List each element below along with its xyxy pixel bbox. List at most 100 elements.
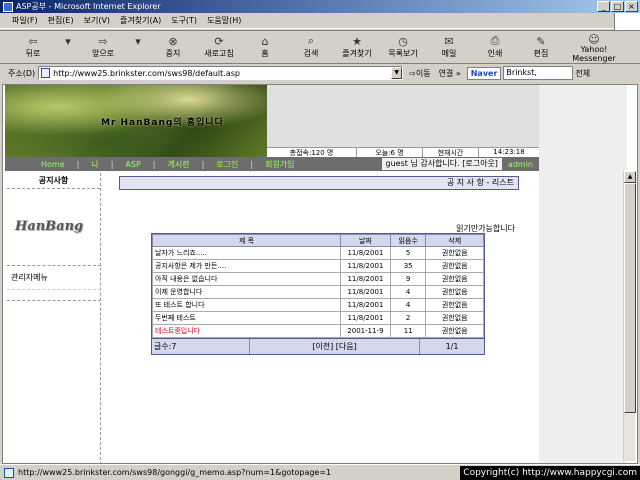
board-footer: 글수:7 [이전] [다음] 1/1 xyxy=(152,338,484,354)
nav-home[interactable]: Home xyxy=(5,160,69,169)
row-delete: 권한없음 xyxy=(425,311,484,325)
history-icon: ◷ xyxy=(398,34,408,48)
menu-tools[interactable]: 도구(T) xyxy=(171,15,197,26)
vertical-scrollbar[interactable]: ▲ xyxy=(623,171,636,461)
search-icon: ⌕ xyxy=(307,34,315,47)
edit-icon: ✎ xyxy=(536,34,546,48)
print-button[interactable]: ⎙ 인쇄 xyxy=(472,31,518,63)
copyright-overlay: Copyright(c) http://www.happycgi.com xyxy=(460,466,640,480)
home-button[interactable]: ⌂ 홈 xyxy=(242,31,288,63)
back-arrow-icon: ⇦ xyxy=(28,34,38,48)
pager-links[interactable]: [이전] [다음] xyxy=(250,339,420,354)
hanbang-logo: HanBang xyxy=(15,219,84,234)
naver-search-input[interactable]: Brinkst, xyxy=(503,66,574,80)
search-button[interactable]: ⌕ 검색 xyxy=(288,31,334,63)
history-button[interactable]: ◷ 목록보기 xyxy=(380,31,426,63)
col-date: 날짜 xyxy=(340,234,391,247)
row-subject-link[interactable]: 공지사항은 제가 만든.... xyxy=(152,259,341,273)
forward-dropdown[interactable]: ▾ xyxy=(126,31,150,63)
row-date: 11/8/2001 xyxy=(340,246,391,260)
banner-image: Mr HanBang의 홈입니다 xyxy=(5,85,267,157)
nav-me[interactable]: 나 xyxy=(87,159,102,170)
row-date: 11/8/2001 xyxy=(340,311,391,325)
admin-link[interactable]: admin xyxy=(502,160,539,169)
notice-list-header: 공 지 사 항 - 리스트 xyxy=(119,176,519,190)
refresh-button[interactable]: ⟳ 새로고침 xyxy=(196,31,242,63)
row-subject-link[interactable]: 이제 운영합니다 xyxy=(152,285,341,299)
close-button[interactable]: × xyxy=(625,1,638,12)
ie-throbber-icon xyxy=(614,13,640,31)
right-panel xyxy=(539,85,627,463)
row-reads: 11 xyxy=(389,324,427,338)
table-row: 이제 운영합니다 11/8/2001 4 권한없음 xyxy=(152,285,484,299)
messenger-icon: ☺ xyxy=(588,33,600,46)
scroll-thumb[interactable] xyxy=(624,183,636,413)
favorites-button[interactable]: ★ 즐겨찾기 xyxy=(334,31,380,63)
forward-button[interactable]: ⇨ 앞으로 xyxy=(80,31,126,63)
row-subject-link[interactable]: 또 테스트 합니다 xyxy=(152,298,341,312)
row-delete: 권한없음 xyxy=(425,298,484,312)
row-subject-link[interactable]: 두번째 테스트 xyxy=(152,311,341,325)
row-reads: 35 xyxy=(389,259,427,273)
yahoo-messenger-button[interactable]: ☺ Yahoo! Messenger xyxy=(564,31,624,63)
scroll-up-icon[interactable]: ▲ xyxy=(624,171,636,183)
row-date: 11/8/2001 xyxy=(340,259,391,273)
menu-view[interactable]: 보기(V) xyxy=(84,15,110,26)
nav-asp[interactable]: ASP xyxy=(121,160,144,169)
links-button[interactable]: 연결 » xyxy=(439,68,461,79)
nav-login[interactable]: 로그인 xyxy=(212,159,242,170)
table-row: 날자가 느리죠..... 11/8/2001 5 권한없음 xyxy=(152,246,484,260)
nav-signup[interactable]: 회원가입 xyxy=(261,159,298,170)
row-date: 11/8/2001 xyxy=(340,272,391,286)
address-bar: 주소(D) http://www25.brinkster.com/sws98/d… xyxy=(0,64,640,82)
row-delete: 권한없음 xyxy=(425,324,484,338)
admin-menu-link[interactable]: 관리자메뉴 xyxy=(7,266,101,290)
minimize-button[interactable]: _ xyxy=(597,1,610,12)
back-dropdown[interactable]: ▾ xyxy=(56,31,80,63)
stat-today: 오늘:6 명 xyxy=(357,148,423,157)
maximize-button[interactable]: □ xyxy=(611,1,624,12)
edit-button[interactable]: ✎ 편집 xyxy=(518,31,564,63)
home-icon: ⌂ xyxy=(261,34,269,48)
row-subject-link[interactable]: 아직 내용은 없습니다 xyxy=(152,272,341,286)
site-nav: Home | 나 | ASP | 게시판 | 로그인 | 회원가입 guest … xyxy=(5,157,539,171)
row-subject-link[interactable]: 테스트중입니다 xyxy=(152,324,341,338)
menu-favorites[interactable]: 즐겨찾기(A) xyxy=(120,15,161,26)
nav-board[interactable]: 게시판 xyxy=(163,159,193,170)
page-icon xyxy=(41,68,51,78)
visitor-stats: 총접속:120 명 오늘:6 명 현재시간 14:23:18 xyxy=(267,147,539,157)
toolbar: ⇦ 뒤로 ▾ ⇨ 앞으로 ▾ ⊗ 중지 ⟳ 새로고침 ⌂ 홈 ⌕ 검색 ★ 즐겨찾기 ◷ 목록보… xyxy=(0,30,640,64)
stat-time-label: 현재시간 xyxy=(423,148,479,157)
address-dropdown[interactable]: ▼ xyxy=(391,67,403,79)
row-delete: 권한없음 xyxy=(425,272,484,286)
table-row: 아직 내용은 없습니다 11/8/2001 9 권한없음 xyxy=(152,272,484,286)
mail-button[interactable]: ✉ 메일 xyxy=(426,31,472,63)
stop-icon: ⊗ xyxy=(168,34,178,48)
row-delete: 권한없음 xyxy=(425,259,484,273)
banner-title: Mr HanBang의 홈입니다 xyxy=(101,118,224,128)
naver-toolbar-logo[interactable]: Naver xyxy=(466,66,502,80)
menu-edit[interactable]: 편집(E) xyxy=(48,15,74,26)
go-button[interactable]: ⇨이동 xyxy=(409,68,430,79)
back-button[interactable]: ⇦ 뒤로 xyxy=(10,31,56,63)
post-count: 글수:7 xyxy=(152,339,250,354)
stop-button[interactable]: ⊗ 중지 xyxy=(150,31,196,63)
menu-file[interactable]: 파일(F) xyxy=(12,15,38,26)
address-url: http://www25.brinkster.com/sws98/default… xyxy=(53,68,240,78)
menu-help[interactable]: 도움말(H) xyxy=(207,15,241,26)
row-reads: 5 xyxy=(389,246,427,260)
guest-greeting[interactable]: guest 님 감사합니다. [로그아웃] xyxy=(381,158,502,170)
address-input[interactable]: http://www25.brinkster.com/sws98/default… xyxy=(38,66,404,80)
favorites-icon: ★ xyxy=(352,34,362,48)
table-row: 공지사항은 제가 만든.... 11/8/2001 35 권한없음 xyxy=(152,259,484,273)
row-subject-link[interactable]: 날자가 느리죠..... xyxy=(152,246,341,260)
window-title: ASP공부 - Microsoft Internet Explorer xyxy=(16,2,161,11)
sidebar-heading: 공지사항 xyxy=(7,173,100,189)
table-row: 또 테스트 합니다 11/8/2001 4 권한없음 xyxy=(152,298,484,312)
print-icon: ⎙ xyxy=(490,34,500,47)
naver-all-button[interactable]: 전체 xyxy=(575,68,590,79)
col-delete: 삭제 xyxy=(425,234,484,247)
admin-menu: 관리자메뉴 xyxy=(7,265,101,301)
notice-board: 제 목 날짜 읽음수 삭제 날자가 느리죠..... 11/8/2001 5 권… xyxy=(151,233,485,355)
notice-table: 제 목 날짜 읽음수 삭제 날자가 느리죠..... 11/8/2001 5 권… xyxy=(152,234,484,338)
